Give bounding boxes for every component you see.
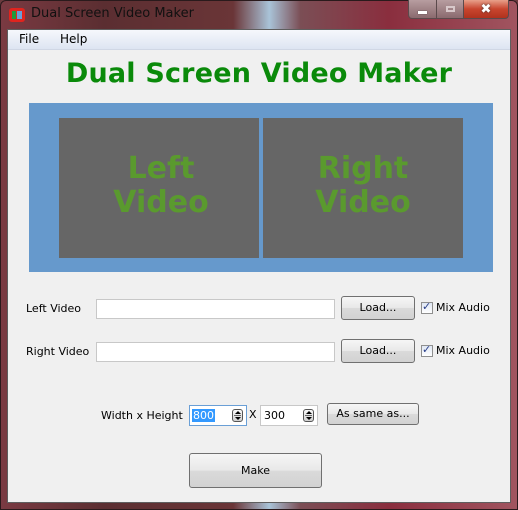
make-button[interactable]: Make [189, 453, 322, 488]
left-video-pane: Left Video [59, 118, 259, 258]
size-separator: X [249, 408, 257, 421]
height-spinbox[interactable]: 300 [260, 405, 318, 426]
check-icon: ✓ [422, 343, 432, 356]
minimize-button[interactable] [408, 0, 437, 19]
client-area: File Help Dual Screen Video Maker Left V… [7, 29, 511, 503]
right-video-path-input[interactable] [96, 342, 335, 362]
left-video-pane-label: Left Video [113, 151, 209, 220]
height-value[interactable]: 300 [263, 409, 286, 422]
right-video-label: Right Video [26, 345, 90, 358]
video-preview: Left Video Right Video [29, 103, 493, 272]
right-mix-audio-label[interactable]: Mix Audio [436, 344, 490, 357]
left-video-path-input[interactable] [96, 299, 335, 319]
height-spin-arrows[interactable] [303, 409, 314, 422]
close-button[interactable]: ✖ [464, 0, 509, 19]
spin-up-icon[interactable] [235, 411, 241, 414]
right-mix-audio-checkbox[interactable]: ✓ [421, 343, 433, 357]
left-video-label: Left Video [26, 302, 82, 315]
as-same-as-button[interactable]: As same as... [327, 403, 419, 425]
close-icon: ✖ [480, 1, 492, 17]
maximize-icon [445, 6, 455, 12]
app-icon[interactable] [9, 8, 25, 22]
right-video-pane-label: Right Video [315, 151, 411, 220]
width-value[interactable]: 800 [192, 409, 215, 422]
spin-down-icon[interactable] [306, 417, 312, 420]
left-mix-audio-checkbox[interactable]: ✓ [421, 300, 433, 314]
check-icon: ✓ [422, 300, 432, 313]
width-spinbox[interactable]: 800 [189, 405, 247, 426]
menu-bar: File Help [8, 30, 510, 50]
title-bar[interactable]: Dual Screen Video Maker ✖ [0, 0, 518, 30]
caption-buttons: ✖ [408, 0, 509, 20]
spin-up-icon[interactable] [306, 411, 312, 414]
right-load-button[interactable]: Load... [341, 339, 415, 363]
right-video-pane: Right Video [263, 118, 463, 258]
minimize-icon [418, 10, 427, 14]
width-spin-arrows[interactable] [232, 409, 243, 422]
menu-file[interactable]: File [19, 32, 39, 46]
menu-help[interactable]: Help [60, 32, 87, 46]
maximize-button[interactable] [437, 0, 464, 19]
page-title: Dual Screen Video Maker [65, 58, 453, 89]
left-load-button[interactable]: Load... [341, 296, 415, 320]
window-title: Dual Screen Video Maker [31, 6, 194, 21]
size-label: Width x Height [101, 409, 183, 422]
spin-down-icon[interactable] [235, 417, 241, 420]
window-frame: Dual Screen Video Maker ✖ File Help Dual… [0, 0, 518, 510]
left-mix-audio-label[interactable]: Mix Audio [436, 301, 490, 314]
